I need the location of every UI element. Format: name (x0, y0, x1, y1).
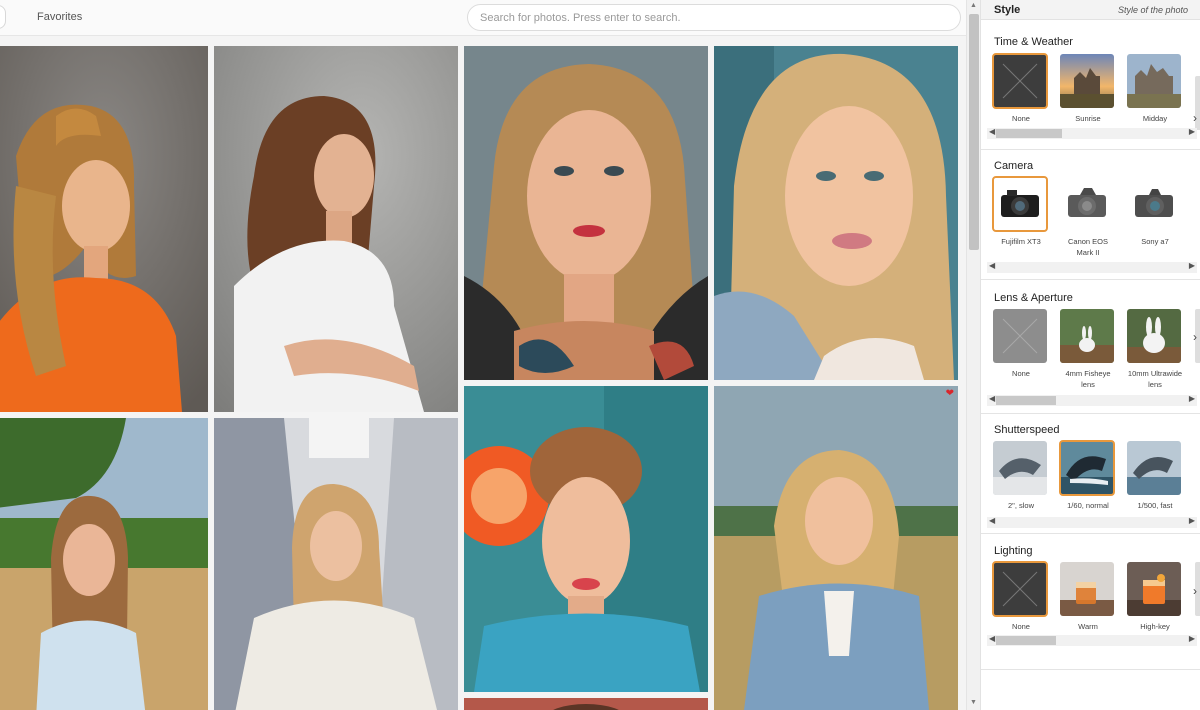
top-bar: Favorites (0, 0, 966, 36)
option-label: 1/60, normal (1067, 501, 1109, 510)
chevron-left-icon[interactable]: ◀ (989, 634, 995, 643)
photo-card[interactable] (464, 46, 708, 380)
option-label: 2", slow (1007, 501, 1034, 510)
option-thumbnail[interactable] (1060, 177, 1114, 231)
section-title: Shutterspeed (994, 424, 1060, 436)
photo-gallery: ❤ (0, 36, 966, 710)
scrollbar-thumb[interactable] (996, 636, 1056, 645)
option-thumbnail[interactable] (1127, 177, 1181, 231)
photo-card[interactable] (464, 698, 708, 710)
panel-subtitle: Style of the photo (1117, 5, 1188, 15)
option-thumbnail[interactable] (1127, 441, 1181, 495)
panel-header: Style Style of the photo (981, 0, 1200, 20)
chevron-left-icon[interactable]: ◀ (989, 127, 995, 136)
option-thumbnail[interactable] (993, 441, 1047, 495)
section-title: Lighting (994, 545, 1033, 557)
photo-card[interactable]: ❤ (714, 386, 958, 710)
style-panel: Style Style of the photo Time & Weather … (980, 0, 1200, 710)
section-title: Lens & Aperture (994, 292, 1073, 304)
chevron-left-icon[interactable]: ◀ (989, 516, 995, 525)
panel-title: Style (994, 4, 1021, 16)
chevron-left-icon[interactable]: ◀ (989, 261, 995, 270)
option-fast[interactable]: 1/500, fast (1127, 441, 1183, 511)
section-camera: Camera Fujifilm XT3 Canon EOS Mark II So… (981, 150, 1200, 280)
option-ultrawide[interactable]: 10mm Ultrawide lens (1127, 309, 1183, 390)
option-thumbnail[interactable] (992, 176, 1048, 232)
photo-card[interactable] (214, 418, 458, 710)
chevron-left-icon[interactable]: ◀ (989, 394, 995, 403)
chevron-right-icon[interactable]: ▶ (1189, 261, 1195, 270)
option-label: Warm (1078, 622, 1098, 631)
photo-card[interactable] (0, 418, 208, 710)
option-thumbnail[interactable] (1060, 54, 1114, 108)
horizontal-scrollbar[interactable]: ◀ ▶ (987, 127, 1197, 139)
option-sony-a7[interactable]: Sony a7 (1127, 177, 1183, 247)
horizontal-scrollbar[interactable]: ◀ ▶ (987, 261, 1197, 273)
chevron-right-icon[interactable]: ▶ (1189, 394, 1195, 403)
option-label: Canon EOS Mark II (1067, 237, 1109, 257)
option-warm[interactable]: Warm (1060, 562, 1116, 632)
option-high-key[interactable]: High-key (1127, 562, 1183, 632)
option-sunrise[interactable]: Sunrise (1060, 54, 1116, 124)
option-thumbnail[interactable] (1060, 309, 1114, 363)
option-thumbnail[interactable] (993, 309, 1047, 363)
option-normal[interactable]: 1/60, normal (1059, 440, 1116, 511)
section-lens-aperture: Lens & Aperture None 4mm Fisheye lens 10… (981, 280, 1200, 414)
option-label: 1/500, fast (1137, 501, 1173, 510)
photo-card[interactable] (464, 386, 708, 692)
option-label: Sony a7 (1141, 237, 1169, 246)
option-thumbnail[interactable] (1060, 562, 1114, 616)
option-none[interactable]: None (993, 309, 1049, 379)
gallery-scrollbar[interactable]: ▲ ▼ (966, 0, 980, 710)
option-thumbnail[interactable] (1127, 54, 1181, 108)
chevron-right-icon[interactable]: ▶ (1189, 516, 1195, 525)
section-shutterspeed: Shutterspeed 2", slow 1/60, normal 1/500… (981, 414, 1200, 534)
chevron-right-icon[interactable]: ▶ (1189, 127, 1195, 136)
section-time-weather: Time & Weather None Sunrise Midday › ◀ ▶ (981, 20, 1200, 150)
option-label: None (1012, 369, 1030, 378)
scroll-down-icon[interactable]: ▼ (970, 699, 977, 706)
option-label: 4mm Fisheye lens (1065, 369, 1111, 389)
option-canon-eos[interactable]: Canon EOS Mark II (1060, 177, 1116, 258)
option-thumbnail[interactable] (1127, 309, 1181, 363)
photo-card[interactable] (714, 46, 958, 380)
option-none[interactable]: None (992, 561, 1049, 632)
option-thumbnail[interactable] (992, 53, 1048, 109)
scroll-up-icon[interactable]: ▲ (970, 2, 977, 9)
option-none[interactable]: None (992, 53, 1049, 124)
chevron-right-icon[interactable]: › (1193, 584, 1197, 598)
option-label: High-key (1140, 622, 1170, 631)
option-label: Sunrise (1075, 114, 1101, 123)
horizontal-scrollbar[interactable]: ◀ ▶ (987, 394, 1197, 406)
option-fisheye[interactable]: 4mm Fisheye lens (1060, 309, 1116, 390)
option-slow[interactable]: 2", slow (993, 441, 1049, 511)
option-midday[interactable]: Midday (1127, 54, 1183, 124)
section-lighting: Lighting None Warm High-key › ◀ ▶ (981, 534, 1200, 670)
section-title: Time & Weather (994, 36, 1073, 48)
scrollbar-thumb[interactable] (996, 396, 1056, 405)
option-label: Midday (1142, 114, 1168, 123)
favorites-tab[interactable]: Favorites (37, 11, 82, 23)
option-label: None (1012, 622, 1030, 631)
horizontal-scrollbar[interactable]: ◀ ▶ (987, 634, 1197, 646)
search-input[interactable] (467, 4, 961, 31)
heart-icon[interactable]: ❤ (946, 389, 954, 399)
photo-card[interactable] (214, 46, 458, 412)
horizontal-scrollbar[interactable]: ◀ ▶ (987, 516, 1197, 528)
option-label: 10mm Ultrawide lens (1127, 369, 1183, 389)
back-pill[interactable] (0, 5, 6, 29)
option-label: Fujifilm XT3 (1001, 237, 1041, 246)
chevron-right-icon[interactable]: › (1193, 330, 1197, 344)
option-label: None (1012, 114, 1030, 123)
option-thumbnail[interactable] (1059, 440, 1115, 496)
scrollbar-thumb[interactable] (969, 14, 979, 250)
option-thumbnail[interactable] (1127, 562, 1181, 616)
section-title: Camera (994, 160, 1034, 172)
option-fujifilm-xt3[interactable]: Fujifilm XT3 (992, 176, 1049, 247)
option-thumbnail[interactable] (992, 561, 1048, 617)
scrollbar-thumb[interactable] (996, 129, 1062, 138)
chevron-right-icon[interactable]: ▶ (1189, 634, 1195, 643)
photo-card[interactable] (0, 46, 208, 412)
chevron-right-icon[interactable]: › (1193, 111, 1197, 125)
